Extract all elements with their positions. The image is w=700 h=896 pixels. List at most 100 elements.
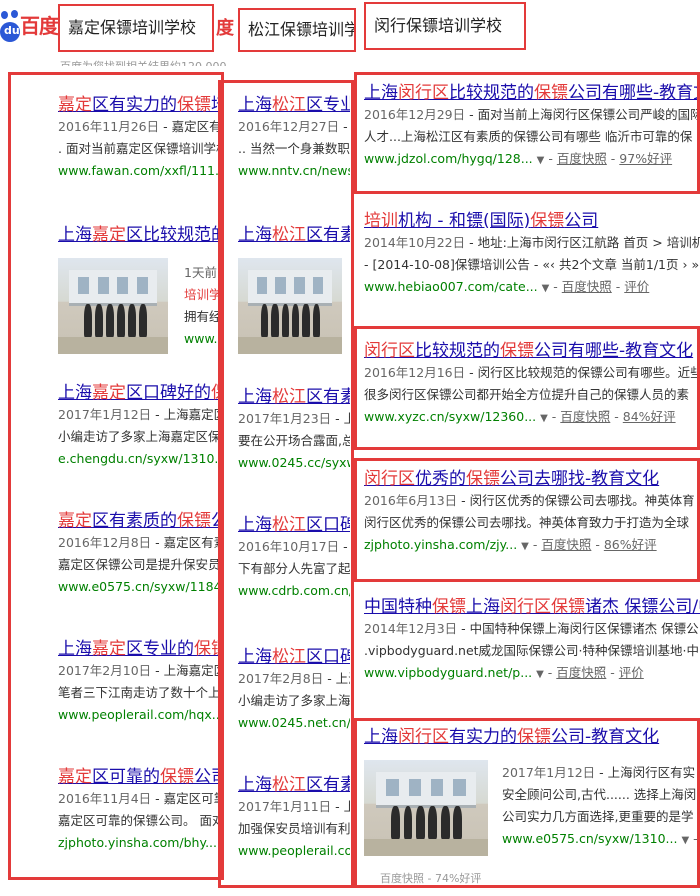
result-snippet: . 面对当前嘉定区保镖培训学校 [58,141,224,156]
result-url[interactable]: www.vipbodyguard.net/p... ▼ - 百度快照 - 评价 [364,662,700,686]
chevron-down-icon[interactable]: ▼ [681,835,689,846]
result-thumbnail[interactable] [238,258,342,354]
result-snippet: 嘉定区可靠的保镖公司。 面对当 [58,813,224,828]
search-input-minhang[interactable]: 闵行保镖培训学校 [364,2,526,50]
snapshot-link[interactable]: 百度快照 [562,279,612,294]
result-title-link[interactable]: 上海松江区有素质 [238,774,354,796]
result-url[interactable]: www.cdrb.com.cn/hyxw/ [238,580,354,602]
search-result[interactable]: 嘉定区有实力的保镖培训 2016年11月26日 - 嘉定区有实 . 面对当前嘉定… [58,94,224,184]
result-snippet: .vipbodyguard.net威龙国际保镖公司·特种保镖培训基地·中 [364,643,699,658]
rating-link[interactable]: 97%好评 [619,151,672,166]
snapshot-link[interactable]: 百度快照 [556,665,606,680]
results-panel-minhang: 上海闵行区比较规范的保镖公司有哪些-教育文化 2016年12月29日 - 面对当… [350,72,700,896]
search-result[interactable]: 上海嘉定区口碑好的保镖 2017年1月12日 - 上海嘉定区口 小编走访了多家上… [58,382,224,472]
result-title-link[interactable]: 中国特种保镖上海闵行区保镖诸杰 保镖公司/中国 [364,596,700,618]
result-url[interactable]: www.0245.net.cn/syxw/ [238,712,354,734]
result-url[interactable]: www.peoplerail.com/hqx... [238,840,354,862]
search-result[interactable]: 闵行区优秀的保镖公司去哪找-教育文化 2016年6月13日 - 闵行区优秀的保镖… [364,468,695,558]
chevron-down-icon[interactable]: ▼ [540,413,548,424]
result-snippet: 2017年2月8日 - 上海 [238,671,354,686]
result-url[interactable]: www.hebiao007.com/cate... ▼ - 百度快照 - 评价 [364,276,700,300]
search-result-meta: 2017年1月12日 - 上海闵行区有实 安全顾问公司,古代...... 选择上… [502,762,700,852]
result-url[interactable]: www.fawan.com/xxfl/111... ▼ [58,160,224,184]
result-snippet: 2016年6月13日 - 闵行区优秀的保镖公司去哪找。神英体育 [364,493,695,508]
result-count: 百度为您找到相关结果约120,000 [60,58,227,66]
result-snippet: 嘉定区保镖公司是提升保安员前 [58,557,224,572]
search-result[interactable]: 中国特种保镖上海闵行区保镖诸杰 保镖公司/中国 2014年12月3日 - 中国特… [364,596,700,686]
result-snippet: 2016年11月26日 - 嘉定区有实 [58,119,224,134]
result-title-link[interactable]: 上海松江区口碑好 [238,514,354,536]
result-thumbnail[interactable] [58,258,168,354]
result-snippet: 小编走访了多家上海嘉定区保镖 [58,429,224,444]
chevron-down-icon[interactable]: ▼ [536,669,544,680]
result-title-link[interactable]: 上海嘉定区口碑好的保镖 [58,382,224,404]
result-snippet: 2014年10月22日 - 地址:上海市闵行区江航路 首页 > 培训机 [364,235,700,250]
result-title-link[interactable]: 闵行区比较规范的保镖公司有哪些-教育文化 [364,340,700,362]
search-result[interactable]: 闵行区比较规范的保镖公司有哪些-教育文化 2016年12月16日 - 闵行区比较… [364,340,700,430]
search-result[interactable]: 嘉定区可靠的保镖公司-教 2016年11月4日 - 嘉定区可靠的 嘉定区可靠的保… [58,766,224,856]
result-url[interactable]: www.jdzol.com/hygq/128... ▼ - 百度快照 - 97%… [364,148,700,172]
result-title-link[interactable]: 上海闵行区有实力的保镖公司-教育文化 [364,726,659,748]
baidu-logo[interactable]: du 百度 [0,8,60,42]
result-url[interactable]: www.e0575.cn/syxw/1184... ▼ [58,576,224,600]
rating-link[interactable]: 86%好评 [604,537,657,552]
result-url[interactable]: www.xyzc.cn/syxw/12360... ▼ - 百度快照 - 84%… [364,406,700,430]
logo-fragment: 度 [216,18,234,39]
snapshot-link[interactable]: 百度快照 [541,537,591,552]
rating-link[interactable]: 84%好评 [623,409,676,424]
search-input-songjiang[interactable]: 松江保镖培训学校 [238,8,356,52]
result-title-link[interactable]: 培训机构 - 和镖(国际)保镖公司 [364,210,700,232]
result-title-link[interactable]: 闵行区优秀的保镖公司去哪找-教育文化 [364,468,695,490]
search-result[interactable]: 上海松江区口碑好 2017年2月8日 - 上海 小编走访了多家上海松 www.0… [238,646,354,734]
snapshot-link[interactable]: 百度快照 [557,151,607,166]
search-result[interactable]: 培训机构 - 和镖(国际)保镖公司 2014年10月22日 - 地址:上海市闵行… [364,210,700,300]
search-result[interactable]: 嘉定区有素质的保镖公司 2016年12月8日 - 嘉定区有素质 嘉定区保镖公司是… [58,510,224,600]
result-title-link[interactable]: 嘉定区有素质的保镖公司 [58,510,224,532]
search-result[interactable]: 上海嘉定区比较规范的保 [58,224,224,246]
result-snippet: 2016年12月27日 - 上海 [238,119,354,134]
result-thumbnail[interactable] [364,760,488,856]
search-result[interactable]: 上海松江区有素质 2017年1月11日 - 上海 加强保安员培训有利于( www… [238,774,354,862]
result-snippet: 加强保安员培训有利于( [238,821,354,836]
result-snippet: 2014年12月3日 - 中国特种保镖上海闵行区保镖诸杰 保镖公 [364,621,699,636]
paw-icon: du [0,10,22,42]
search-result[interactable]: 上海松江区专业的保 2016年12月27日 - 上海 .. 当然一个身兼数职的 … [238,94,354,182]
result-title-link[interactable]: 上海松江区有素质 [238,386,354,408]
search-input-jiading[interactable]: 嘉定保镖培训学校 [58,4,214,52]
rating-link[interactable]: 评价 [619,665,644,680]
result-title-link[interactable]: 上海松江区专业的保 [238,94,354,116]
result-snippet: 2017年2月10日 - 上海嘉定区专 [58,663,224,678]
result-url[interactable]: e.chengdu.cn/syxw/1310... ▼ [58,448,224,472]
result-url[interactable]: www.nntv.cn/news/hyzx [238,160,354,182]
search-result[interactable]: 上海闵行区有实力的保镖公司-教育文化 [364,726,659,748]
result-url[interactable]: www.e0575.cn/syxw/1310... ▼ - 百 [502,828,700,852]
snapshot-link[interactable]: 百度快照 [560,409,610,424]
results-panel-songjiang: 上海松江区专业的保 2016年12月27日 - 上海 .. 当然一个身兼数职的 … [218,80,354,888]
result-snippet: .. 当然一个身兼数职的 [238,141,354,156]
result-title-link[interactable]: 嘉定区可靠的保镖公司-教 [58,766,224,788]
result-snippet: 2016年11月4日 - 嘉定区可靠的 [58,791,224,806]
rating-link[interactable]: 评价 [624,279,649,294]
result-snippet: 2017年1月12日 - 上海嘉定区口 [58,407,224,422]
result-title-link[interactable]: 上海嘉定区专业的保镖培 [58,638,224,660]
search-result[interactable]: 上海松江区口碑好 2016年10月17日 - 上海 下有部分人先富了起来 www… [238,514,354,602]
search-result[interactable]: 上海嘉定区专业的保镖培 2017年2月10日 - 上海嘉定区专 笔者三下江南走访… [58,638,224,728]
result-title-link[interactable]: 上海闵行区比较规范的保镖公司有哪些-教育文化 [364,82,700,104]
result-url[interactable]: zjphoto.yinsha.com/zjy... ▼ - 百度快照 - 86%… [364,534,695,558]
search-result[interactable]: 上海闵行区比较规范的保镖公司有哪些-教育文化 2016年12月29日 - 面对当… [364,82,700,172]
result-snippet: 安全顾问公司,古代...... 选择上海闵 [502,787,697,802]
result-url[interactable]: www.0245.cc/syxw/1321 [238,452,354,474]
result-title-link[interactable]: 上海松江区口碑好 [238,646,354,668]
result-url[interactable]: zjphoto.yinsha.com/bhy... ▼ [58,832,224,856]
result-title-link[interactable]: 嘉定区有实力的保镖培训 [58,94,224,116]
bottom-snapshot-rating: 百度快照 - 74%好评 [380,872,482,885]
result-url[interactable]: www.peoplerail.com/hqx... ▼ [58,704,224,728]
result-snippet: 闵行区优秀的保镖公司去哪找。神英体育致力于打造为全球 [364,515,690,530]
result-snippet: 要在公开场合露面,总会 [238,433,354,448]
search-result[interactable]: 上海松江区有素质 [238,224,354,246]
search-result[interactable]: 上海松江区有素质 2017年1月23日 - 上海 要在公开场合露面,总会 www… [238,386,354,474]
result-title-link[interactable]: 上海嘉定区比较规范的保 [58,224,224,246]
chevron-down-icon[interactable]: ▼ [521,541,529,552]
result-snippet: 2017年1月12日 - 上海闵行区有实 [502,765,696,780]
result-title-link[interactable]: 上海松江区有素质 [238,224,354,246]
